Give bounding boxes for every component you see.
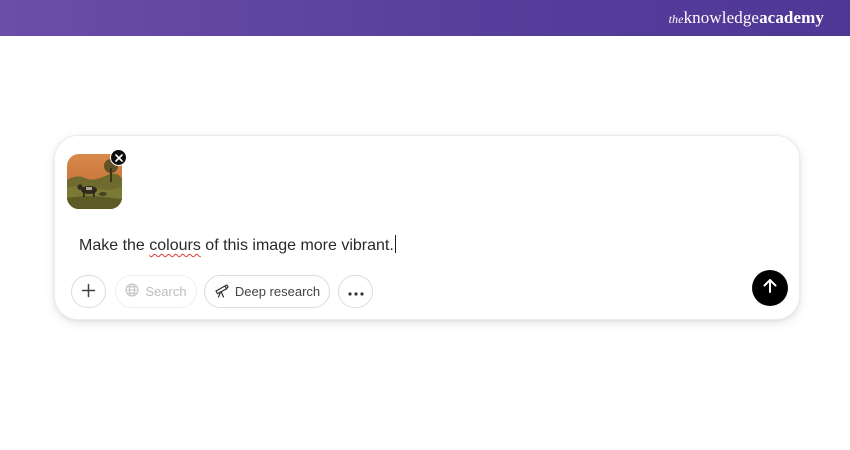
header-bar: theknowledgeacademy — [0, 0, 850, 36]
search-button-label: Search — [145, 284, 187, 299]
close-icon — [114, 149, 123, 167]
remove-attachment-button[interactable] — [110, 149, 127, 166]
ellipsis-icon — [347, 284, 364, 299]
brand-logo: theknowledgeacademy — [669, 8, 824, 28]
globe-icon — [125, 283, 139, 300]
prompt-text-before: Make the — [79, 237, 150, 254]
telescope-icon — [214, 283, 229, 301]
prompt-input[interactable]: Make the colours of this image more vibr… — [79, 235, 396, 255]
text-caret — [394, 235, 396, 253]
deep-research-label: Deep research — [234, 284, 321, 299]
arrow-up-icon — [763, 278, 777, 299]
chat-composer: Make the colours of this image more vibr… — [54, 135, 800, 320]
deep-research-button[interactable]: Deep research — [204, 275, 330, 308]
prompt-text-after: of this image more vibrant. — [200, 237, 394, 254]
brand-name-bold: academy — [759, 8, 824, 27]
more-options-button[interactable] — [338, 275, 373, 308]
send-button[interactable] — [752, 270, 788, 306]
add-attachment-button[interactable] — [71, 275, 106, 308]
brand-name-regular: knowledge — [683, 8, 760, 27]
plus-icon — [81, 283, 96, 301]
brand-prefix: the — [668, 12, 684, 26]
search-button[interactable]: Search — [115, 275, 197, 308]
prompt-text-misspelled: colours — [149, 237, 201, 254]
